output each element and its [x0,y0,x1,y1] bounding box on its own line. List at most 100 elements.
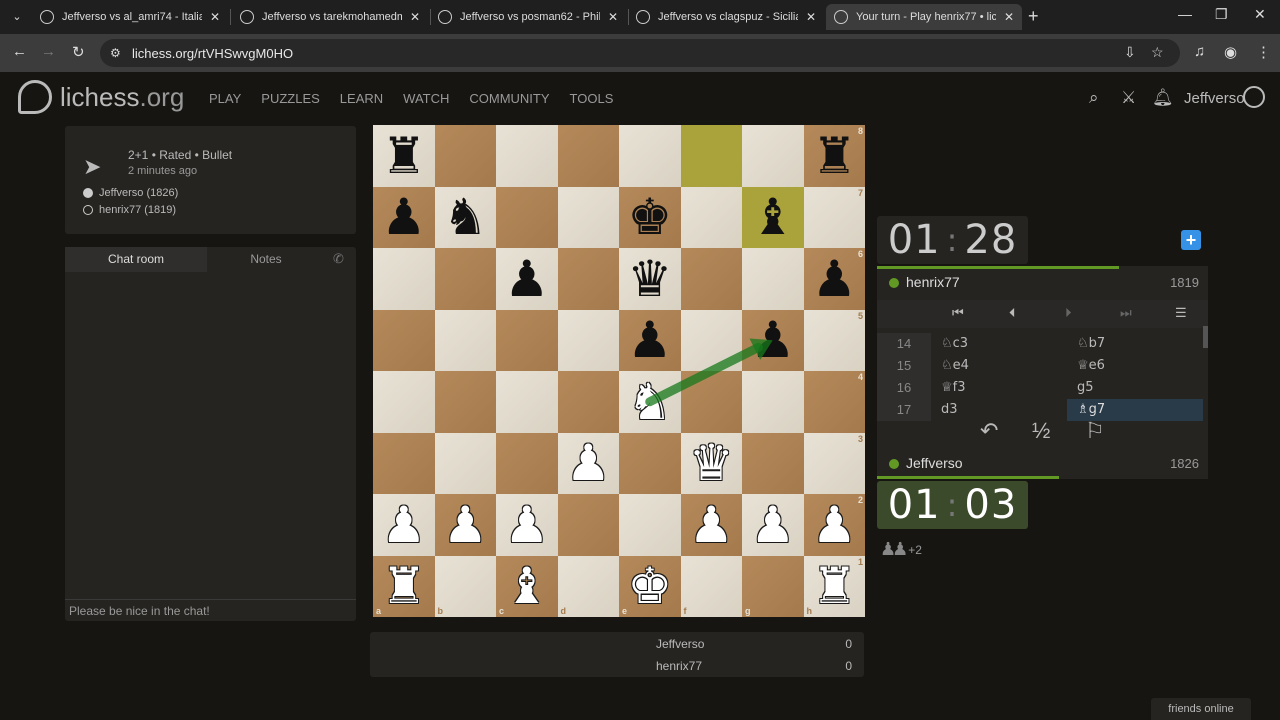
square-h2[interactable]: ♟ 2 [803,494,865,556]
score-row[interactable]: henrix77 0 [644,655,864,677]
square-g6[interactable] [742,248,804,310]
nav-tools[interactable]: TOOLS [570,91,614,106]
white-player[interactable]: Jeffverso (1826) [83,187,178,199]
last-move-icon[interactable]: ⏭ [1120,305,1132,321]
black-pawn-piece[interactable]: ♟ [381,192,426,242]
black-pawn-piece[interactable]: ♟ [750,315,795,365]
square-d3[interactable]: ♟ [557,432,619,494]
window-close-icon[interactable]: ✕ [1254,6,1266,23]
square-a4[interactable] [373,371,435,433]
search-icon[interactable]: ⌕ [1089,88,1099,108]
square-h5[interactable]: 5 [803,309,865,371]
square-e5[interactable]: ♟ [619,309,681,371]
black-king-piece[interactable]: ♚ [627,192,672,242]
square-c7[interactable] [496,186,558,248]
close-tab-icon[interactable]: ✕ [410,10,420,24]
square-f4[interactable] [680,371,742,433]
square-e2[interactable] [619,494,681,556]
square-b8[interactable] [434,125,496,187]
notifications-bell-icon[interactable]: 🔔︎ [1152,88,1174,108]
black-pawn-piece[interactable]: ♟ [627,315,672,365]
square-d1[interactable]: d [557,555,619,617]
square-g1[interactable]: g [742,555,804,617]
square-g5[interactable]: ♟ [742,309,804,371]
nav-play[interactable]: PLAY [209,91,241,106]
white-move[interactable]: ♘c3 [931,333,1067,355]
browser-tab-active[interactable]: Your turn - Play henrix77 • liche ✕ [826,4,1022,30]
square-c3[interactable] [496,432,558,494]
square-b4[interactable] [434,371,496,433]
tab-chat-room[interactable]: Chat room [65,247,207,272]
square-h6[interactable]: ♟ 6 [803,248,865,310]
profile-icon[interactable]: ◉ [1224,43,1237,61]
square-f5[interactable] [680,309,742,371]
square-g8[interactable] [742,125,804,187]
square-c8[interactable] [496,125,558,187]
swords-icon[interactable]: ⚔ [1121,88,1136,108]
nav-puzzles[interactable]: PUZZLES [261,91,320,106]
nav-community[interactable]: COMMUNITY [469,91,549,106]
square-d6[interactable] [557,248,619,310]
square-h1[interactable]: ♜ 1 h [803,555,865,617]
black-queen-piece[interactable]: ♛ [627,254,672,304]
black-rook-piece[interactable]: ♜ [381,131,426,181]
minimize-icon[interactable]: — [1178,6,1192,22]
square-a5[interactable] [373,309,435,371]
nav-learn[interactable]: LEARN [340,91,383,106]
menu-icon[interactable]: ☰ [1175,305,1187,321]
site-info-icon[interactable]: ⚙ [110,46,121,60]
white-pawn-piece[interactable]: ♟ [689,500,734,550]
square-e4[interactable]: ♞ [619,371,681,433]
back-icon[interactable]: ← [12,43,27,60]
square-h3[interactable]: 3 [803,432,865,494]
white-pawn-piece[interactable]: ♟ [812,500,857,550]
square-f2[interactable]: ♟ [680,494,742,556]
browser-tab-3[interactable]: Jeffverso vs posman62 - Philidor ✕ [430,4,626,30]
offer-draw-button[interactable]: ½ [1032,418,1050,444]
tab-search-button[interactable]: ⌄ [6,6,28,28]
square-a1[interactable]: ♜ a [373,555,435,617]
square-g3[interactable] [742,432,804,494]
square-f3[interactable]: ♛ [680,432,742,494]
forward-icon[interactable]: → [41,43,56,60]
square-b6[interactable] [434,248,496,310]
install-app-icon[interactable]: ⇩ [1124,44,1136,61]
black-knight-piece[interactable]: ♞ [443,192,488,242]
white-move[interactable]: ♘e4 [931,355,1067,377]
square-b7[interactable]: ♞ [434,186,496,248]
white-pawn-piece[interactable]: ♟ [750,500,795,550]
square-e6[interactable]: ♛ [619,248,681,310]
add-time-icon[interactable]: + [1181,230,1201,250]
square-h4[interactable]: 4 [803,371,865,433]
new-tab-button[interactable]: + [1028,6,1039,27]
white-pawn-piece[interactable]: ♟ [443,500,488,550]
square-e1[interactable]: ♚ e [619,555,681,617]
white-rook-piece[interactable]: ♜ [381,561,426,611]
square-b5[interactable] [434,309,496,371]
white-king-piece[interactable]: ♚ [627,561,672,611]
white-pawn-piece[interactable]: ♟ [381,500,426,550]
black-move[interactable]: g5 [1067,377,1203,399]
black-player[interactable]: henrix77 (1819) [83,204,176,216]
square-a3[interactable] [373,432,435,494]
close-tab-icon[interactable]: ✕ [608,10,618,24]
square-h7[interactable]: 7 [803,186,865,248]
square-f1[interactable]: f [680,555,742,617]
black-rook-piece[interactable]: ♜ [812,131,857,181]
restore-icon[interactable]: ❐ [1215,6,1228,23]
browser-tab-1[interactable]: Jeffverso vs al_amri74 - Italian G ✕ [32,4,228,30]
white-pawn-piece[interactable]: ♟ [504,500,549,550]
resign-flag-icon[interactable]: ⚐ [1085,418,1105,444]
square-d5[interactable] [557,309,619,371]
square-c6[interactable]: ♟ [496,248,558,310]
white-queen-piece[interactable]: ♛ [689,438,734,488]
square-c1[interactable]: ♝ c [496,555,558,617]
nav-watch[interactable]: WATCH [403,91,449,106]
friends-online-button[interactable]: friends online [1151,698,1251,720]
bookmark-star-icon[interactable]: ☆ [1151,44,1164,61]
square-e3[interactable] [619,432,681,494]
black-bishop-piece[interactable]: ♝ [750,192,795,242]
black-move[interactable]: ♘b7 [1067,333,1203,355]
square-g4[interactable] [742,371,804,433]
square-c5[interactable] [496,309,558,371]
